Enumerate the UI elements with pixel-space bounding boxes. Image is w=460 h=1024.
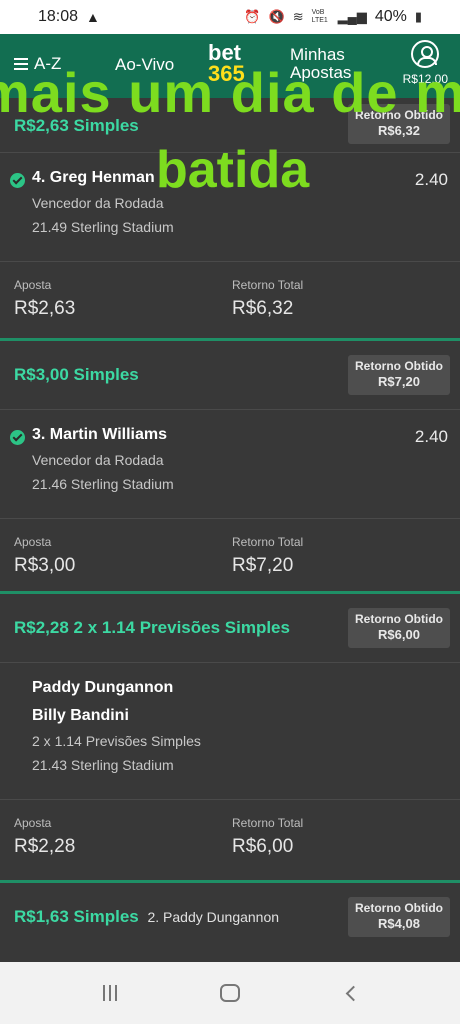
- stake-value: R$2,28: [14, 836, 76, 857]
- stake-col: Aposta R$2,28: [14, 816, 75, 858]
- return-col: Retorno Total R$6,00: [232, 816, 303, 858]
- status-bar: 18:08 ▲ ⏰ 🔇 ≋ VoB LTE1 ▂▄▆ 40% ▮: [0, 0, 460, 34]
- cashout-button[interactable]: Retorno Obtido R$7,20: [348, 355, 450, 395]
- status-icons: ⏰ 🔇 ≋ VoB LTE1 ▂▄▆ 40% ▮: [244, 8, 422, 26]
- stake-row: Aposta R$3,00 Retorno Total R$7,20: [0, 519, 460, 599]
- stake-col: Aposta R$3,00: [14, 535, 75, 577]
- bet-card: R$2,63 Simples Retorno Obtido R$6,32 4. …: [0, 98, 460, 338]
- recent-apps-button[interactable]: [90, 973, 130, 1013]
- signal-icon: ▂▄▆: [337, 9, 367, 24]
- selection-market: Vencedor da Rodada: [32, 452, 164, 468]
- battery-icon: ▮: [414, 9, 422, 24]
- home-icon: [220, 984, 240, 1002]
- selection-event: 21.43 Sterling Stadium: [32, 757, 174, 773]
- bet-title: R$2,28 2 x 1.14 Previsões Simples: [14, 618, 290, 637]
- check-circle-icon: [10, 430, 25, 445]
- stake-value: R$2,63: [14, 298, 76, 319]
- overlay-caption-line-2: batida: [156, 141, 310, 199]
- status-time: 18:08: [38, 8, 79, 25]
- alarm-icon: ⏰: [244, 9, 261, 24]
- overlay-caption-line-1: mais um dia de m: [0, 61, 460, 124]
- stake-value: R$3,00: [14, 555, 76, 576]
- warning-icon: ▲: [86, 9, 100, 25]
- recent-apps-icon: [103, 985, 117, 1001]
- return-value: R$6,32: [232, 298, 294, 319]
- return-col: Retorno Total R$7,20: [232, 535, 303, 577]
- bet-title-text: R$1,63 Simples: [14, 907, 139, 926]
- back-icon: [345, 985, 361, 1001]
- bet-card: R$3,00 Simples Retorno Obtido R$7,20 3. …: [0, 341, 460, 591]
- battery-percent: 40%: [374, 8, 407, 25]
- lte-icon: VoB LTE1: [311, 9, 328, 24]
- bet-title: R$1,63 Simples 2. Paddy Dungannon: [14, 907, 279, 927]
- stake-label: Aposta: [14, 278, 52, 292]
- back-button[interactable]: [330, 973, 370, 1013]
- cashout-button[interactable]: Retorno Obtido R$6,00: [348, 608, 450, 648]
- stake-col: Aposta R$2,63: [14, 278, 75, 320]
- return-col: Retorno Total R$6,32: [232, 278, 303, 320]
- bet-header: R$2,28 2 x 1.14 Previsões Simples Retorn…: [0, 594, 460, 662]
- selection-odds: 2.40: [414, 427, 448, 446]
- bet-selection: Paddy Dungannon Billy Bandini 2 x 1.14 P…: [0, 663, 460, 799]
- stake-label: Aposta: [14, 535, 52, 549]
- selection-name-2: Billy Bandini: [32, 707, 129, 724]
- cashout-value: R$6,00: [378, 627, 420, 642]
- bets-list[interactable]: R$2,63 Simples Retorno Obtido R$6,32 4. …: [0, 98, 460, 962]
- cashout-value: R$6,32: [378, 123, 420, 138]
- bet-selection: 3. Martin Williams 2.40 Vencedor da Roda…: [0, 410, 460, 518]
- cashout-value: R$4,08: [378, 916, 420, 931]
- bet-card: R$2,28 2 x 1.14 Previsões Simples Retorn…: [0, 594, 460, 880]
- cashout-button[interactable]: Retorno Obtido R$4,08: [348, 897, 450, 937]
- screen: 18:08 ▲ ⏰ 🔇 ≋ VoB LTE1 ▂▄▆ 40% ▮ A-Z Ao-…: [0, 0, 460, 1024]
- wifi-icon: ≋: [292, 9, 304, 24]
- check-circle-icon: [10, 173, 25, 188]
- selection-market: 2 x 1.14 Previsões Simples: [32, 733, 201, 749]
- return-value: R$7,20: [232, 555, 294, 576]
- bet-subtitle: 2. Paddy Dungannon: [147, 909, 280, 925]
- selection-event: 21.49 Sterling Stadium: [32, 219, 174, 235]
- home-button[interactable]: [210, 973, 250, 1013]
- return-value: R$6,00: [232, 836, 294, 857]
- bet-card: R$1,63 Simples 2. Paddy Dungannon Retorn…: [0, 883, 460, 962]
- bet-header: R$1,63 Simples 2. Paddy Dungannon Retorn…: [0, 883, 460, 951]
- return-label: Retorno Total: [232, 816, 304, 830]
- cashout-value: R$7,20: [378, 374, 420, 389]
- selection-name-1: Paddy Dungannon: [32, 679, 174, 696]
- cashout-label: Retorno Obtido: [355, 359, 443, 373]
- selection-name: 3. Martin Williams: [32, 426, 167, 443]
- stake-label: Aposta: [14, 816, 52, 830]
- return-label: Retorno Total: [232, 278, 304, 292]
- return-label: Retorno Total: [232, 535, 304, 549]
- selection-event: 21.46 Sterling Stadium: [32, 476, 174, 492]
- bet-title: R$3,00 Simples: [14, 365, 139, 384]
- stake-row: Aposta R$2,63 Retorno Total R$6,32: [0, 262, 460, 342]
- cashout-label: Retorno Obtido: [355, 612, 443, 626]
- cashout-label: Retorno Obtido: [355, 901, 443, 915]
- stake-row: Aposta R$2,28 Retorno Total R$6,00: [0, 800, 460, 880]
- system-nav-bar: [0, 962, 460, 1024]
- mute-icon: 🔇: [268, 9, 285, 24]
- bet-header: R$3,00 Simples Retorno Obtido R$7,20: [0, 341, 460, 409]
